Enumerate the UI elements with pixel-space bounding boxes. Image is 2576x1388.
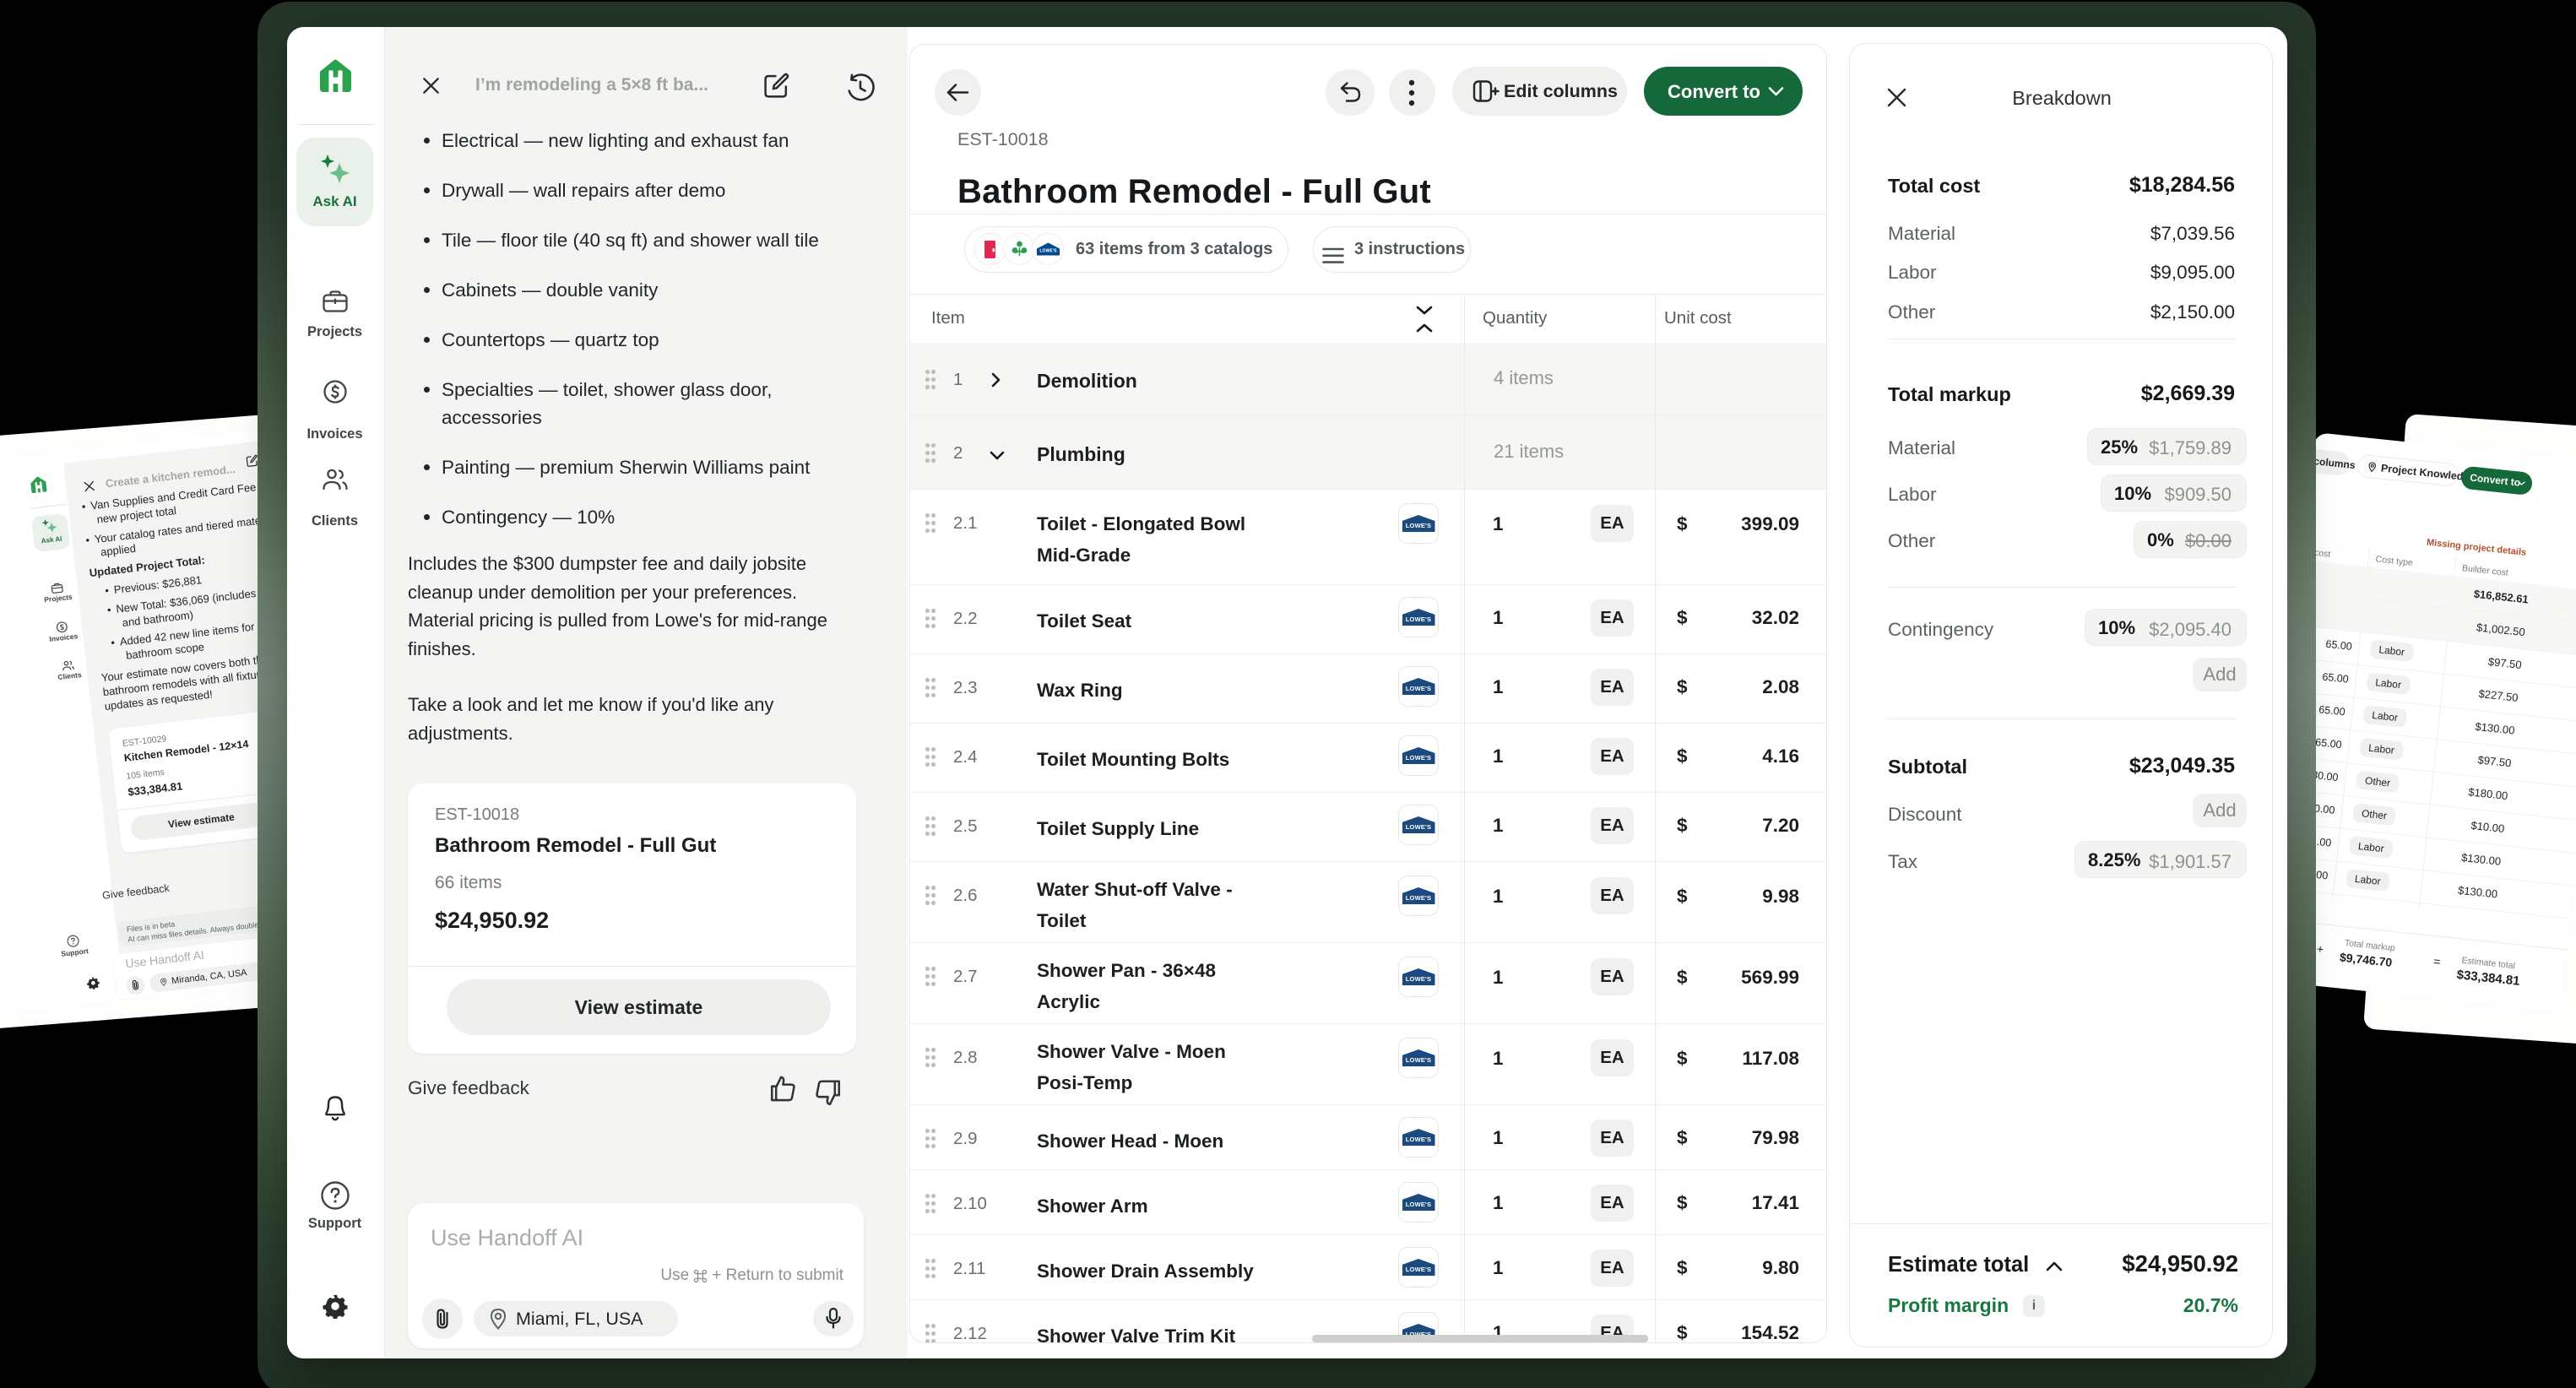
svg-text:LOWE'S: LOWE'S bbox=[1039, 249, 1057, 254]
